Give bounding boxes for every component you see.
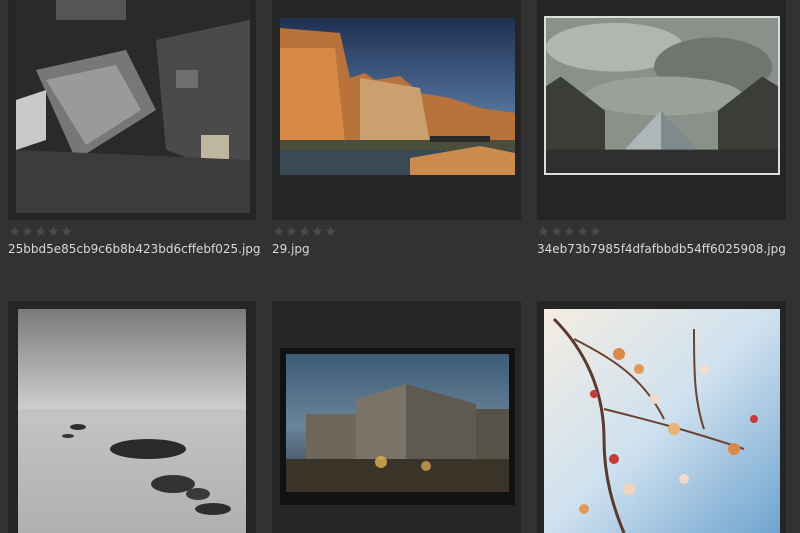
thumbnail-image[interactable] xyxy=(280,348,515,505)
rating-stars[interactable]: ★★★★★ xyxy=(8,225,73,239)
thumbnail-image[interactable] xyxy=(16,0,250,213)
grid-cell-3[interactable] xyxy=(537,0,786,220)
star-3-icon[interactable]: ★ xyxy=(34,225,47,239)
star-2-icon[interactable]: ★ xyxy=(550,225,563,239)
thumbnail-image[interactable] xyxy=(544,16,780,175)
rating-stars[interactable]: ★★★★★ xyxy=(272,225,337,239)
grid-cell-1[interactable] xyxy=(8,0,256,220)
file-name: 34eb73b7985f4dfafbbdb54ff6025908.jpg xyxy=(537,242,786,256)
apartment-photo xyxy=(286,354,509,499)
star-2-icon[interactable]: ★ xyxy=(285,225,298,239)
thumbnail-image[interactable] xyxy=(544,309,780,533)
star-1-icon[interactable]: ★ xyxy=(8,225,21,239)
grid-cell-4[interactable] xyxy=(8,301,256,533)
star-1-icon[interactable]: ★ xyxy=(537,225,550,239)
star-5-icon[interactable]: ★ xyxy=(589,225,602,239)
courtyard-photo xyxy=(16,0,250,213)
star-4-icon[interactable]: ★ xyxy=(311,225,324,239)
star-1-icon[interactable]: ★ xyxy=(272,225,285,239)
grid-cell-2[interactable] xyxy=(272,0,521,220)
star-2-icon[interactable]: ★ xyxy=(21,225,34,239)
pyramid-photo xyxy=(546,18,778,173)
file-name: 25bbd5e85cb9c6b8b423bd6cffebf025.jpg xyxy=(8,242,261,256)
thumbnail-image[interactable] xyxy=(18,309,246,533)
blossom-photo xyxy=(544,309,780,533)
sea-rocks-photo xyxy=(18,309,246,533)
rating-stars[interactable]: ★★★★★ xyxy=(537,225,602,239)
grid-cell-6[interactable] xyxy=(537,301,786,533)
star-5-icon[interactable]: ★ xyxy=(60,225,73,239)
thumbnail-image[interactable] xyxy=(280,18,515,175)
star-4-icon[interactable]: ★ xyxy=(47,225,60,239)
star-5-icon[interactable]: ★ xyxy=(324,225,337,239)
grid-cell-5[interactable] xyxy=(272,301,521,533)
star-3-icon[interactable]: ★ xyxy=(298,225,311,239)
file-name: 29.jpg xyxy=(272,242,310,256)
star-4-icon[interactable]: ★ xyxy=(576,225,589,239)
riverside-photo xyxy=(280,18,515,175)
star-3-icon[interactable]: ★ xyxy=(563,225,576,239)
